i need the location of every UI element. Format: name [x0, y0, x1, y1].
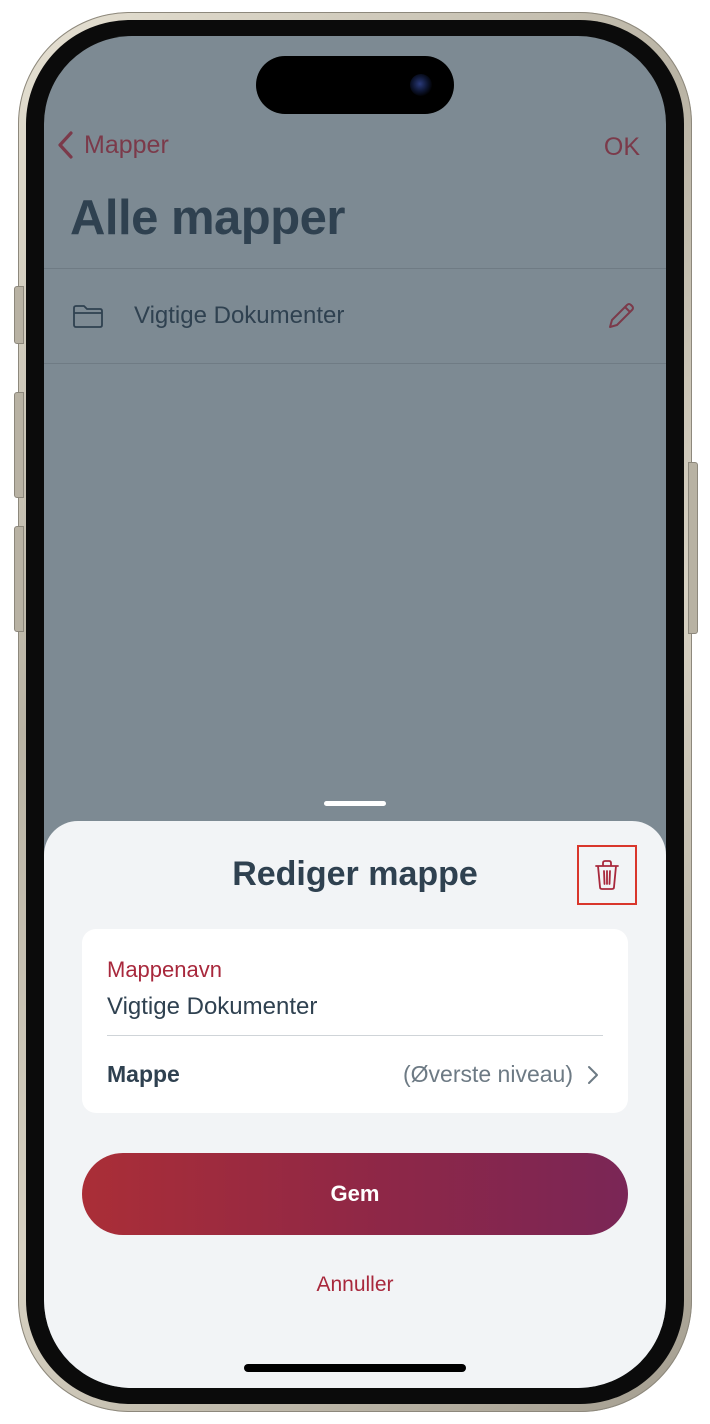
edit-folder-sheet: Rediger mappe Mappenavn Vigtige Dokument…	[44, 821, 666, 1388]
folder-form-card: Mappenavn Vigtige Dokumenter Mappe (Øver…	[82, 929, 628, 1113]
sheet-grabber[interactable]	[324, 801, 386, 806]
action-button	[14, 286, 24, 344]
save-button[interactable]: Gem	[82, 1153, 628, 1235]
screen: Mapper OK Alle mapper Vigtige Dokumenter…	[44, 36, 666, 1388]
parent-folder-value: (Øverste niveau)	[402, 1061, 573, 1087]
folder-icon	[73, 305, 103, 328]
parent-folder-row[interactable]: Mappe (Øverste niveau)	[107, 1035, 603, 1113]
page-title: Alle mapper	[70, 191, 345, 245]
trash-icon	[595, 860, 619, 890]
parent-folder-label: Mappe	[107, 1061, 180, 1087]
folder-name-field[interactable]: Vigtige Dokumenter	[107, 993, 317, 1021]
power-button	[688, 462, 698, 634]
pencil-icon[interactable]	[606, 301, 636, 331]
chevron-left-icon	[58, 131, 73, 159]
sheet-title: Rediger mappe	[232, 855, 478, 893]
folder-list-item[interactable]: Vigtige Dokumenter	[44, 268, 666, 364]
folder-name: Vigtige Dokumenter	[134, 302, 345, 329]
ok-button[interactable]: OK	[604, 133, 640, 162]
volume-down-button	[14, 526, 24, 632]
back-label: Mapper	[84, 130, 169, 159]
camera-lens	[410, 74, 432, 96]
folder-name-label: Mappenavn	[107, 957, 222, 982]
volume-up-button	[14, 392, 24, 498]
delete-button[interactable]	[577, 845, 637, 905]
dynamic-island	[256, 56, 454, 114]
home-indicator	[244, 1364, 466, 1372]
cancel-button[interactable]: Annuller	[44, 1273, 666, 1297]
back-button[interactable]: Mapper	[56, 130, 169, 160]
chevron-right-icon	[588, 1066, 598, 1084]
